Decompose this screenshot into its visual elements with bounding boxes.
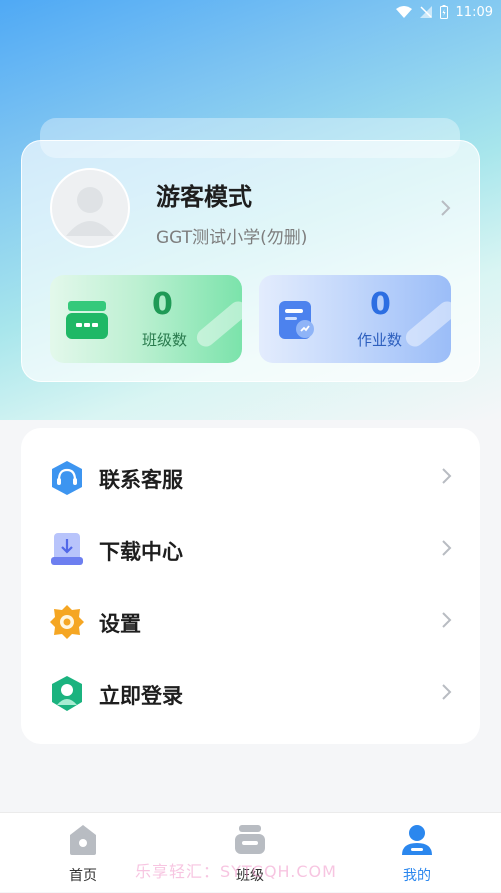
download-icon [48,531,86,569]
class-count-value: 0 [152,287,173,322]
menu-label: 联系客服 [99,468,183,492]
school-name: GGT测试小学(勿删) [156,228,308,248]
chevron-right-icon [441,611,453,633]
decoration [193,297,242,351]
menu-label: 立即登录 [99,684,183,708]
chevron-right-icon [441,539,453,561]
no-signal-icon [419,6,432,18]
login-user-icon [48,675,86,713]
chevron-right-icon [441,683,453,705]
chevron-right-icon [441,467,453,489]
homework-count-label: 作业数 [357,331,403,349]
class-icon [64,297,110,347]
menu-item-settings[interactable]: 设置 [21,587,480,659]
tab-label: 首页 [69,868,97,884]
homework-icon [273,297,319,347]
menu-item-customer-service[interactable]: 联系客服 [21,443,480,515]
class-count-card[interactable]: 0 班级数 [50,275,242,363]
homework-count-card[interactable]: 0 作业数 [259,275,451,363]
user-name: 游客模式 [156,183,252,211]
headset-icon [48,459,86,497]
tab-mine[interactable]: 我的 [357,813,477,893]
tab-home[interactable]: 首页 [23,813,143,893]
status-bar: 11:09 [0,0,501,24]
class-icon [233,823,267,857]
profile-icon [400,823,434,857]
status-time: 11:09 [455,4,493,20]
homework-count-value: 0 [370,287,391,322]
class-count-label: 班级数 [142,331,188,349]
watermark: 乐享轻汇：SYTCQH.COM [135,862,337,881]
decoration [402,297,451,351]
menu-label: 设置 [99,612,141,636]
settings-gear-icon [48,603,86,641]
menu-card: 联系客服 下载中心 设置 立即登录 [21,428,480,744]
default-avatar-icon [66,187,114,236]
tab-label: 我的 [403,868,431,884]
menu-item-download-center[interactable]: 下载中心 [21,515,480,587]
menu-item-login[interactable]: 立即登录 [21,659,480,731]
home-icon [66,823,100,857]
wifi-icon [395,6,412,18]
avatar[interactable] [50,168,130,248]
battery-icon [439,5,448,19]
chevron-right-icon[interactable] [440,199,452,221]
profile-card[interactable]: 游客模式 GGT测试小学(勿删) 0 班级数 0 作业数 [21,140,480,382]
menu-label: 下载中心 [99,540,183,564]
